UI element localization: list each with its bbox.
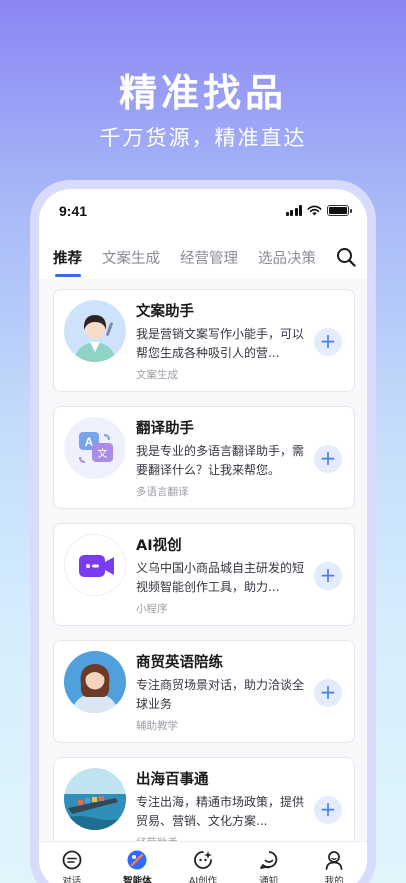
agent-name: 翻译助手 — [136, 421, 194, 437]
agent-tag: 文案生成 — [136, 369, 178, 381]
agent-card-business-english[interactable]: 商贸英语陪练 专注商贸场景对话，助力洽谈全球业务 辅助教学 + — [53, 640, 355, 743]
search-icon[interactable] — [335, 246, 357, 268]
translation-assistant-avatar: A 文 — [64, 417, 126, 479]
copywriting-assistant-avatar — [64, 300, 126, 362]
agent-tag: 辅助教学 — [136, 720, 178, 732]
nav-chat[interactable]: 对话 — [39, 842, 105, 883]
agent-card-ai-video[interactable]: AI视创 义乌中国小商品城自主研发的短视频智能创作工具，助力... 小程序 + — [53, 523, 355, 626]
business-english-avatar — [64, 651, 126, 713]
tab-operations[interactable]: 经营管理 — [180, 247, 238, 268]
nav-chat-label: 对话 — [62, 876, 82, 883]
tab-recommend[interactable]: 推荐 — [53, 247, 82, 277]
nav-agents[interactable]: 智能体 — [105, 842, 171, 883]
agent-description: 专注出海，精通市场政策，提供贸易、营销、文化方案... — [136, 795, 305, 828]
nav-ai-create-label: AI创作 — [188, 876, 218, 883]
profile-icon — [325, 851, 343, 870]
nav-profile-label: 我的 — [324, 876, 344, 883]
add-button[interactable]: + — [314, 562, 342, 590]
tab-copywriting[interactable]: 文案生成 — [102, 247, 160, 268]
overseas-expert-avatar — [64, 768, 126, 830]
nav-ai-create[interactable]: AI创作 — [170, 842, 236, 883]
hero-title: 精准找品 — [118, 71, 287, 115]
agent-name: 商贸英语陪练 — [136, 655, 223, 671]
agent-card-copywriting[interactable]: 文案助手 我是营销文案写作小能手，可以帮您生成各种吸引人的营... 文案生成 + — [53, 289, 355, 392]
agent-description: 我是营销文案写作小能手，可以帮您生成各种吸引人的营... — [136, 327, 305, 360]
chat-icon — [62, 850, 82, 870]
agent-name: AI视创 — [136, 538, 182, 554]
agent-icon — [127, 850, 147, 870]
category-tabs: 推荐 文案生成 经营管理 选品决策 — [39, 235, 367, 279]
phone-screen: 9:41 推荐 文案生成 经营管理 选品决策 文案助手 我是营销文案写作小能手，… — [39, 189, 367, 883]
ai-video-avatar — [64, 534, 126, 596]
nav-notifications-label: 通知 — [259, 876, 279, 883]
add-button[interactable]: + — [314, 796, 342, 824]
agent-tag: 小程序 — [136, 603, 168, 615]
nav-agents-label: 智能体 — [123, 876, 152, 883]
nav-notifications[interactable]: 通知 — [236, 842, 302, 883]
add-button[interactable]: + — [314, 328, 342, 356]
agent-tag: 多语言翻译 — [136, 486, 189, 498]
phone-frame: 9:41 推荐 文案生成 经营管理 选品决策 文案助手 我是营销文案写作小能手，… — [30, 180, 376, 883]
nav-profile[interactable]: 我的 — [301, 842, 367, 883]
status-icons — [285, 205, 352, 216]
add-button[interactable]: + — [314, 445, 342, 473]
signal-icon — [285, 205, 302, 216]
status-time: 9:41 — [59, 203, 88, 219]
hero-subtitle: 千万货源，精准直达 — [99, 126, 307, 150]
status-bar: 9:41 — [39, 189, 367, 235]
agent-card-translation[interactable]: A 文 翻译助手 我是专业的多语言翻译助手，需要翻译什么？让我来帮您。 多语言翻… — [53, 406, 355, 509]
svg-text:文: 文 — [98, 447, 108, 460]
bottom-navigation: 对话 智能体 AI创作 通知 我的 — [39, 841, 367, 883]
agent-description: 我是专业的多语言翻译助手，需要翻译什么？让我来帮您。 — [136, 444, 305, 477]
ai-create-icon — [194, 851, 212, 869]
agent-description: 义乌中国小商品城自主研发的短视频智能创作工具，助力... — [136, 561, 305, 594]
agent-description: 专注商贸场景对话，助力洽谈全球业务 — [136, 678, 305, 711]
agent-name: 出海百事通 — [136, 772, 209, 788]
wifi-icon — [307, 205, 322, 216]
tab-product-selection[interactable]: 选品决策 — [258, 247, 316, 268]
agent-name: 文案助手 — [136, 304, 194, 320]
notification-icon — [259, 851, 277, 869]
add-button[interactable]: + — [314, 679, 342, 707]
agent-list: 文案助手 我是营销文案写作小能手，可以帮您生成各种吸引人的营... 文案生成 +… — [53, 289, 355, 874]
battery-icon — [327, 205, 352, 216]
